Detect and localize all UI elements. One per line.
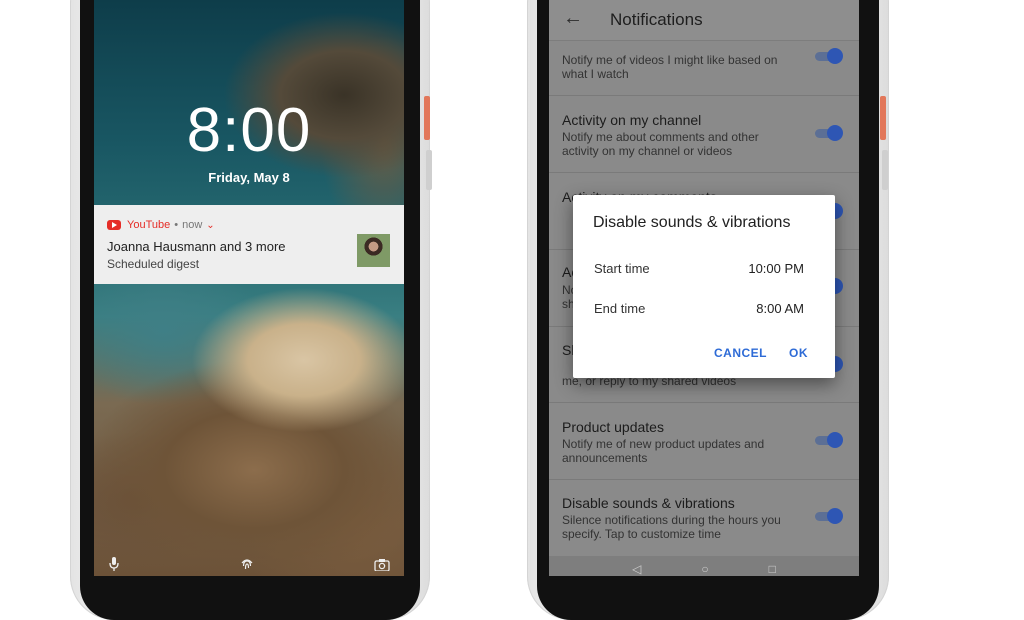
left-phone-side-button bbox=[426, 150, 432, 190]
left-phone-power-button bbox=[424, 96, 430, 140]
toggle-switch[interactable] bbox=[813, 507, 843, 525]
row-subtitle: Silence notifications during the hours y… bbox=[562, 513, 781, 541]
app-bar: ← Notifications bbox=[549, 0, 859, 41]
right-phone-side-button bbox=[882, 150, 888, 190]
toggle-switch[interactable] bbox=[813, 124, 843, 142]
chevron-down-icon[interactable]: ⌄ bbox=[206, 220, 214, 231]
settings-row-disable-sounds[interactable]: Disable sounds & vibrations Silence noti… bbox=[549, 480, 859, 556]
nav-back-icon[interactable]: ◁ bbox=[632, 562, 641, 576]
row-title: Activity on my channel bbox=[562, 112, 702, 128]
start-time-label: Start time bbox=[594, 261, 650, 276]
nav-recents-icon[interactable]: □ bbox=[769, 562, 776, 576]
end-time-label: End time bbox=[594, 301, 646, 316]
lock-bottom-bar bbox=[94, 555, 404, 576]
notification-header: YouTube • now ⌄ bbox=[107, 219, 215, 231]
end-time-value[interactable]: 8:00 AM bbox=[756, 301, 804, 316]
ok-button[interactable]: OK bbox=[789, 346, 808, 360]
page-title: Notifications bbox=[610, 10, 703, 29]
notification-title: Joanna Hausmann and 3 more bbox=[107, 239, 286, 254]
youtube-notification[interactable]: YouTube • now ⌄ Joanna Hausmann and 3 mo… bbox=[94, 205, 404, 284]
cancel-button[interactable]: CANCEL bbox=[714, 346, 767, 360]
notification-app-name: YouTube bbox=[127, 219, 171, 231]
quiet-hours-dialog: Disable sounds & vibrations Start time 1… bbox=[573, 195, 835, 378]
settings-row-channel-activity[interactable]: Activity on my channel Notify me about c… bbox=[549, 96, 859, 173]
lock-date: Friday, May 8 bbox=[208, 170, 290, 185]
youtube-icon bbox=[107, 220, 121, 230]
nav-home-icon[interactable]: ○ bbox=[701, 562, 708, 576]
dialog-title: Disable sounds & vibrations bbox=[593, 214, 791, 231]
notification-thumbnail bbox=[357, 234, 390, 267]
back-arrow-icon[interactable]: ← bbox=[563, 7, 583, 30]
row-subtitle: Notify me of new product updates and ann… bbox=[562, 437, 765, 465]
camera-icon[interactable] bbox=[374, 558, 390, 574]
toggle-switch[interactable] bbox=[813, 431, 843, 449]
notification-separator: • bbox=[174, 219, 179, 231]
notification-time: now bbox=[182, 219, 203, 231]
row-subtitle: Notify me of videos I might like based o… bbox=[562, 53, 778, 81]
row-title: Disable sounds & vibrations bbox=[562, 495, 735, 511]
row-subtitle: Notify me about comments and other activ… bbox=[562, 130, 759, 158]
notification-text: Scheduled digest bbox=[107, 257, 200, 271]
row-title: Product updates bbox=[562, 419, 664, 435]
fingerprint-icon[interactable] bbox=[238, 555, 256, 576]
right-phone-power-button bbox=[880, 96, 886, 140]
settings-row-product-updates[interactable]: Product updates Notify me of new product… bbox=[549, 403, 859, 480]
lock-clock: 8:00 bbox=[186, 96, 312, 165]
start-time-value[interactable]: 10:00 PM bbox=[748, 261, 804, 276]
toggle-switch[interactable] bbox=[813, 47, 843, 65]
settings-row-recommended[interactable]: Notify me of videos I might like based o… bbox=[549, 41, 859, 96]
lock-screen: 8:00 Friday, May 8 YouTube • now ⌄ Joann… bbox=[94, 0, 404, 576]
system-nav-bar: ◁ ○ □ bbox=[549, 556, 859, 576]
microphone-icon[interactable] bbox=[108, 557, 120, 574]
